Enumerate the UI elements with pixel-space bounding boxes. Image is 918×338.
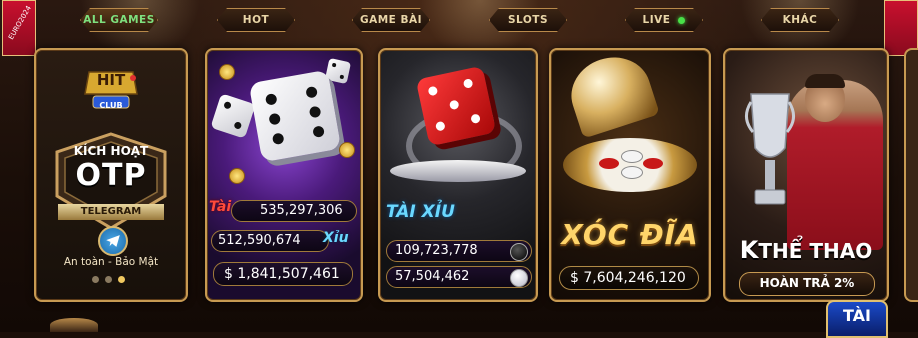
xoc-dia-title: XÓC ĐĨA	[561, 218, 699, 251]
security-caption: An toàn - Bảo Mật	[63, 256, 159, 268]
tab-label: LIVE	[642, 14, 671, 26]
tab-slots[interactable]: SLOTS	[489, 8, 567, 32]
otp-text: OTP	[75, 158, 147, 193]
activate-title: KÍCH HOẠT	[73, 144, 149, 158]
chip-icon	[621, 166, 643, 179]
card-xoc-dia[interactable]: XÓC ĐĨA $ 7,604,246,120	[549, 48, 711, 302]
tai-xiu-title: TÀI XỈU	[386, 202, 455, 222]
total-pot-value: $ 7,604,246,120	[570, 270, 686, 286]
tab-label: GAME BÀI	[359, 14, 423, 26]
trophy-icon	[745, 93, 795, 205]
tab-live[interactable]: LIVE	[625, 8, 703, 32]
logo-hit-text: HIT	[96, 71, 126, 89]
player-hair	[805, 74, 845, 88]
coin-icon	[219, 64, 235, 80]
sports-title: KTHỂ THAO	[725, 236, 887, 264]
euro-ribbon-left[interactable]: EURO2024	[2, 0, 36, 56]
carousel-dot[interactable]	[105, 276, 112, 283]
next-card-peek[interactable]	[904, 48, 918, 302]
plate-icon	[563, 138, 697, 192]
chip-icon	[621, 150, 643, 163]
tai-value: 109,723,778	[395, 243, 478, 258]
chip-icon	[599, 158, 619, 169]
tab-hot[interactable]: HOT	[217, 8, 295, 32]
cashback-badge: HOÀN TRẢ 2%	[739, 272, 875, 296]
tab-game-bai[interactable]: GAME BÀI	[352, 8, 430, 32]
xiu-value: 57,504,462	[395, 269, 470, 284]
dice-icon	[210, 93, 256, 139]
tab-all-games[interactable]: ALL GAMES	[80, 8, 158, 32]
tai-value: 535,297,306	[260, 203, 343, 218]
red-dice-icon	[415, 65, 497, 147]
carousel-dot-active[interactable]	[118, 276, 125, 283]
ribbon-text: EURO2024	[7, 4, 33, 42]
tai-label: Tài	[209, 199, 232, 215]
bottom-ornament	[50, 318, 98, 332]
carousel-dots[interactable]	[92, 276, 125, 283]
tab-label: SLOTS	[507, 14, 549, 26]
carousel-dot[interactable]	[92, 276, 99, 283]
total-pot-row: $ 7,604,246,120	[559, 266, 699, 290]
chip-icon	[643, 158, 663, 169]
card-tai-xiu-dice[interactable]: 535,297,306 Tài 512,590,674 Xỉu $ 1,841,…	[205, 48, 363, 302]
cloche-icon	[562, 50, 660, 139]
tab-khac[interactable]: KHÁC	[761, 8, 839, 32]
logo-club-text: CLUB	[99, 101, 123, 110]
coin-icon	[339, 142, 355, 158]
tab-label: ALL GAMES	[83, 14, 155, 26]
tab-label: KHÁC	[782, 14, 818, 26]
telegram-banner: TELEGRAM	[58, 204, 164, 220]
telegram-icon	[98, 226, 128, 256]
tai-bet-row: 535,297,306	[231, 200, 357, 222]
sports-prefix: K	[739, 236, 759, 264]
card-hit-club-otp[interactable]: HIT CLUB KÍCH HOẠT OTP TELEGRAM An toàn …	[34, 48, 188, 302]
live-indicator-dot	[678, 17, 685, 24]
dice-platter	[390, 160, 526, 182]
xiu-label: Xỉu	[323, 230, 349, 246]
sports-title-text: THỂ THAO	[758, 239, 873, 263]
tab-label: HOT	[242, 14, 270, 26]
total-pot-row: $ 1,841,507,461	[213, 262, 353, 286]
black-ball-icon	[510, 243, 528, 261]
card-tai-xiu-red[interactable]: TÀI XỈU 109,723,778 57,504,462	[378, 48, 538, 302]
dice-icon	[248, 69, 342, 163]
coin-icon	[229, 168, 245, 184]
card-the-thao[interactable]: KTHỂ THAO HOÀN TRẢ 2%	[723, 48, 889, 302]
xiu-value: 512,590,674	[218, 233, 301, 248]
total-pot-value: $ 1,841,507,461	[224, 266, 340, 282]
xiu-bet-row: 512,590,674	[211, 230, 329, 252]
floating-tai-button[interactable]: TÀI	[826, 300, 888, 338]
white-ball-icon	[510, 269, 528, 287]
